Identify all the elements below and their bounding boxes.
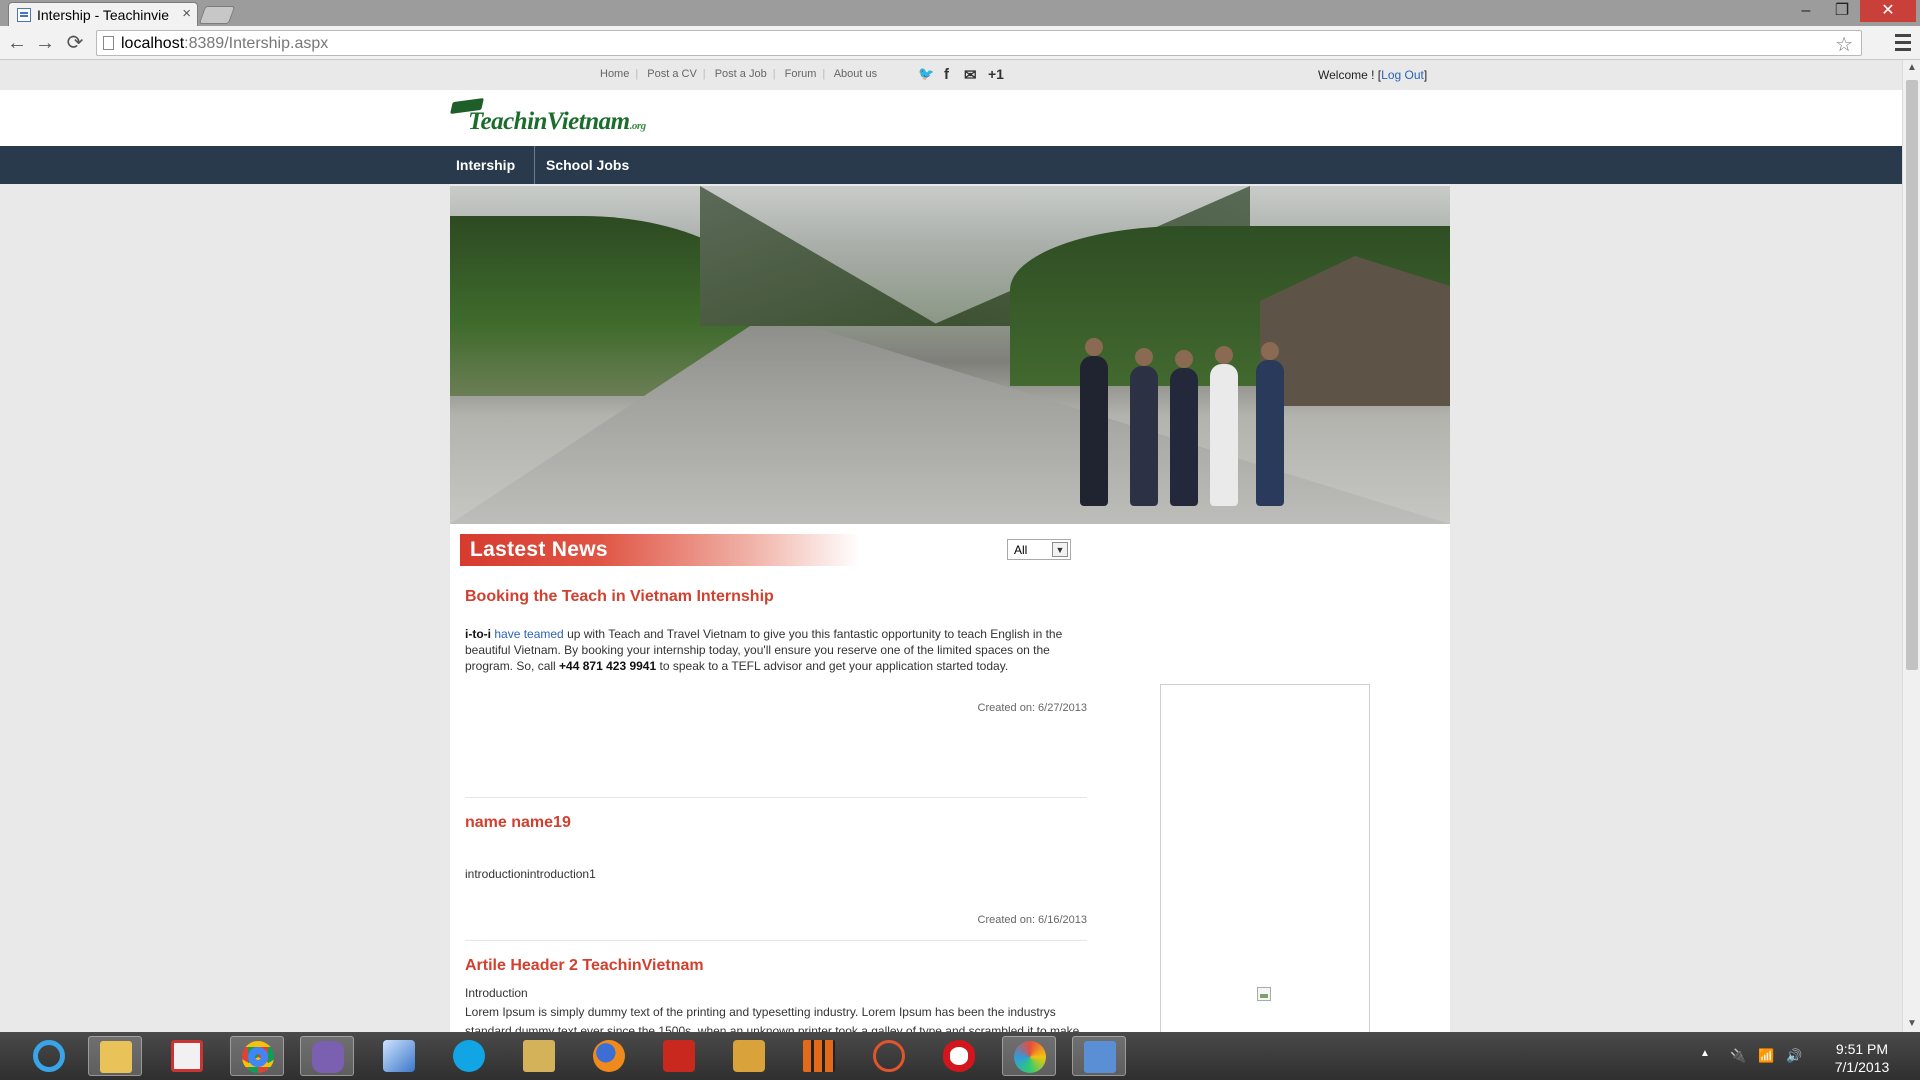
top-link-post-cv[interactable]: Post a CV	[647, 68, 697, 80]
main-navigation: Intership School Jobs	[0, 146, 1902, 184]
tools-icon[interactable]	[512, 1036, 566, 1076]
volume-icon[interactable]: 🔊	[1786, 1048, 1802, 1064]
facebook-icon[interactable]: f	[944, 66, 949, 83]
restore-button[interactable]: ❐	[1822, 0, 1862, 22]
hero-banner-image	[450, 186, 1450, 524]
new-tab-button[interactable]	[198, 6, 236, 24]
article-title[interactable]: name name19	[465, 814, 1087, 832]
address-bar[interactable]: localhost:8389/Intership.aspx ☆	[96, 30, 1862, 56]
reload-button[interactable]: ⟳	[62, 30, 88, 56]
article-date: Created on: 6/16/2013	[977, 914, 1087, 926]
page-scrollbar[interactable]: ▲ ▼	[1902, 60, 1920, 1032]
chevron-down-icon[interactable]: ▼	[1052, 542, 1068, 557]
news-article: Artile Header 2 TeachinVietnam Introduct…	[465, 957, 1087, 1032]
clock-date: 7/1/2013	[1834, 1059, 1890, 1075]
game-icon[interactable]	[722, 1036, 776, 1076]
chrome-icon[interactable]	[230, 1036, 284, 1076]
skype-icon[interactable]	[442, 1036, 496, 1076]
minimize-button[interactable]: –	[1786, 0, 1826, 22]
broken-image-icon	[1257, 987, 1271, 1001]
site-topbar: Home | Post a CV | Post a Job | Forum | Abou…	[0, 60, 1902, 90]
tab-title: Intership - Teachinvie	[37, 7, 170, 23]
page-icon	[103, 36, 114, 50]
windows-taskbar: ▲ 🔌 📶 🔊 9:51 PM 7/1/2013	[0, 1032, 1920, 1080]
article-body: i-to-i have teamed up with Teach and Tra…	[465, 627, 1063, 673]
nav-item-school-jobs[interactable]: School Jobs	[546, 146, 629, 184]
main-content: Lastest News All ▼ Booking the Teach in …	[450, 186, 1450, 1032]
clock-time: 9:51 PM	[1835, 1041, 1889, 1057]
logout-link[interactable]: Log Out	[1381, 68, 1424, 82]
system-clock[interactable]: 9:51 PM 7/1/2013	[1822, 1040, 1902, 1076]
site-logo[interactable]: TeachinVietnam.org	[450, 97, 712, 140]
google-plus-icon[interactable]: +1	[988, 66, 1004, 82]
email-icon[interactable]: ✉	[964, 66, 977, 84]
visual-studio-icon[interactable]	[300, 1036, 354, 1076]
top-link-about[interactable]: About us	[834, 68, 877, 80]
top-link-home[interactable]: Home	[600, 68, 629, 80]
editor-icon[interactable]	[792, 1036, 846, 1076]
news-article: Booking the Teach in Vietnam Internship …	[465, 588, 1087, 714]
top-link-forum[interactable]: Forum	[785, 68, 817, 80]
url-text: localhost:8389/Intership.aspx	[121, 35, 329, 52]
page-viewport: Home | Post a CV | Post a Job | Forum | Abou…	[0, 60, 1902, 1032]
article-body: Lorem Ipsum is simply dummy text of the …	[465, 1005, 1080, 1032]
article-link[interactable]: have teamed	[494, 627, 563, 641]
article-body: introductionintroduction1	[465, 867, 596, 881]
article-divider	[465, 797, 1087, 798]
bookmark-star-icon[interactable]: ☆	[1835, 32, 1853, 57]
back-button[interactable]: ←	[4, 30, 30, 56]
latest-news-title: Lastest News	[470, 538, 608, 561]
nav-divider	[534, 146, 535, 184]
firefox-icon[interactable]	[582, 1036, 636, 1076]
logo-suffix: .org	[629, 120, 647, 132]
sidebar-ad-box	[1160, 684, 1370, 1032]
top-links: Home | Post a CV | Post a Job | Forum | Abou…	[600, 68, 878, 80]
article-date: Created on: 6/27/2013	[977, 702, 1087, 714]
virtualbox-icon[interactable]	[372, 1036, 426, 1076]
scroll-down-icon[interactable]: ▼	[1903, 1016, 1920, 1032]
logo-text: TeachinVietnam	[468, 108, 630, 135]
unikey-icon[interactable]	[160, 1036, 214, 1076]
remote-desktop-icon[interactable]	[1072, 1036, 1126, 1076]
latest-news-header: Lastest News	[460, 534, 860, 566]
paint-icon[interactable]	[1002, 1036, 1056, 1076]
article-title[interactable]: Artile Header 2 TeachinVietnam	[465, 957, 1087, 975]
close-window-button[interactable]: ✕	[1860, 0, 1916, 22]
browser-tab[interactable]: Intership - Teachinvie ×	[8, 2, 198, 26]
internet-explorer-icon[interactable]	[22, 1036, 76, 1076]
article-title[interactable]: Booking the Teach in Vietnam Internship	[465, 588, 1087, 606]
scroll-thumb[interactable]	[1906, 80, 1918, 670]
browser-titlebar: Intership - Teachinvie × – ❐ ✕	[0, 0, 1920, 26]
tab-close-icon[interactable]: ×	[182, 5, 191, 22]
tray-expand-icon[interactable]: ▲	[1700, 1048, 1710, 1059]
filezilla-icon[interactable]	[652, 1036, 706, 1076]
article-intro: Introduction	[465, 986, 528, 1000]
logo-strip: TeachinVietnam.org	[0, 90, 1902, 146]
welcome-text: Welcome ! [Log Out]	[1318, 68, 1428, 82]
article-divider	[465, 940, 1087, 941]
twitter-icon[interactable]: 🐦	[918, 66, 934, 82]
browser-toolbar: ← → ⟳ localhost:8389/Intership.aspx ☆	[0, 26, 1920, 60]
forward-button[interactable]: →	[32, 30, 58, 56]
news-filter-select[interactable]: All ▼	[1007, 539, 1071, 560]
news-article: name name19 introductionintroduction1 Cr…	[465, 814, 1087, 926]
xampp-icon[interactable]	[862, 1036, 916, 1076]
page-favicon-icon	[17, 8, 31, 22]
chrome-menu-icon[interactable]	[1892, 30, 1914, 56]
opera-icon[interactable]	[932, 1036, 986, 1076]
network-icon[interactable]: 📶	[1758, 1048, 1774, 1064]
file-explorer-icon[interactable]	[88, 1036, 142, 1076]
scroll-up-icon[interactable]: ▲	[1903, 60, 1920, 76]
power-icon[interactable]: 🔌	[1730, 1048, 1746, 1064]
top-link-post-job[interactable]: Post a Job	[715, 68, 767, 80]
nav-item-intership[interactable]: Intership	[456, 146, 515, 184]
filter-value: All	[1014, 543, 1028, 557]
